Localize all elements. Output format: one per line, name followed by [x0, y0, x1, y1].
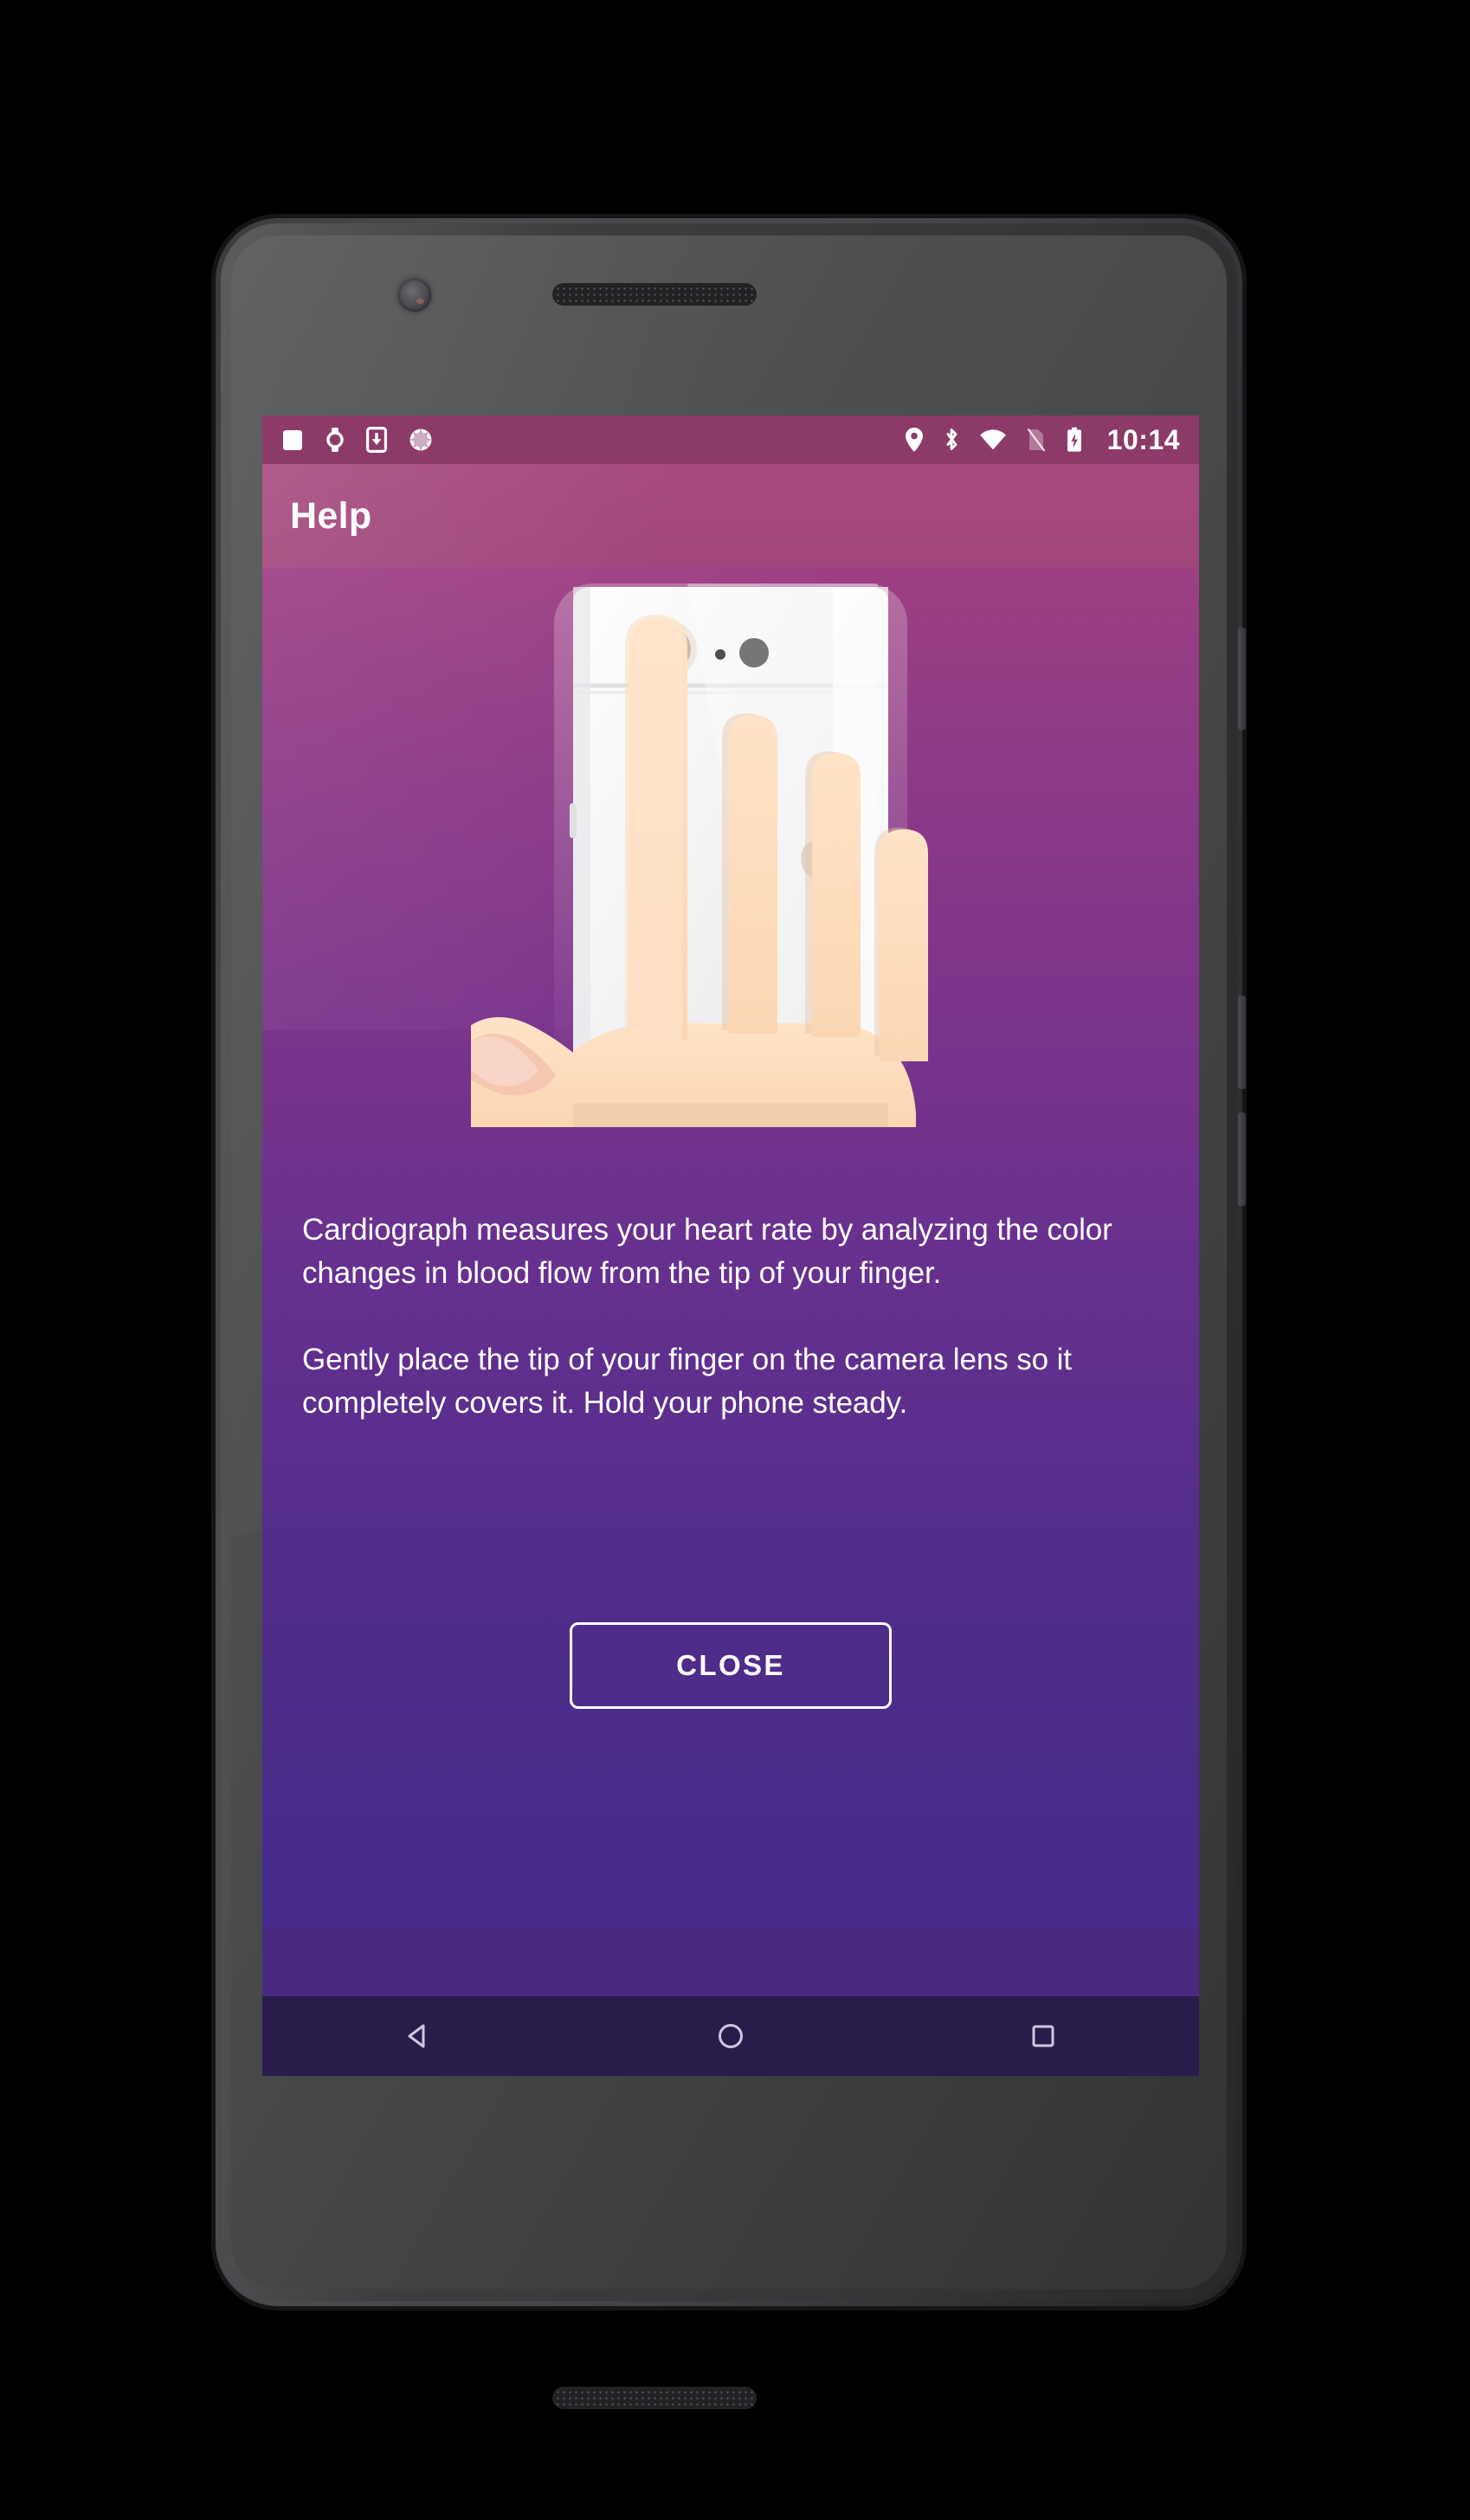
nav-home-button[interactable] — [653, 1996, 809, 2076]
nav-recents-button[interactable] — [965, 1996, 1121, 2076]
wifi-icon — [979, 428, 1007, 452]
flash-icon — [739, 638, 769, 667]
power-button[interactable] — [1238, 628, 1246, 730]
triangle-left-icon — [408, 2024, 425, 2048]
microphone-dot — [715, 649, 725, 660]
front-camera-icon — [398, 279, 431, 312]
phone-screen: 10:14 Help Cardiograph measures your hea… — [262, 416, 1199, 2076]
close-button[interactable]: CLOSE — [570, 1622, 892, 1709]
earpiece-speaker-icon — [552, 283, 757, 306]
android-navigation-bar — [262, 1996, 1199, 2076]
bottom-speaker-icon — [552, 2387, 757, 2409]
square-icon — [1032, 2025, 1054, 2047]
screenshot-icon — [281, 428, 304, 452]
speaker-grille-dots — [555, 2389, 754, 2407]
battery-charging-icon — [1066, 427, 1083, 453]
finger-on-camera-illustration — [454, 583, 990, 1127]
page-title: Help — [290, 494, 372, 537]
sync-spinner-icon — [408, 427, 434, 453]
circle-icon — [718, 2024, 743, 2048]
download-to-device-icon — [366, 427, 387, 453]
location-icon — [905, 427, 924, 453]
status-bar-clock: 10:14 — [1106, 423, 1180, 455]
speaker-grille-dots — [555, 286, 754, 303]
help-paragraph-1: Cardiograph measures your heart rate by … — [302, 1213, 1112, 1290]
help-content: Cardiograph measures your heart rate by … — [262, 568, 1199, 1927]
nav-back-button[interactable] — [340, 1996, 496, 2076]
no-sim-icon — [1026, 427, 1047, 453]
close-button-container: CLOSE — [262, 1622, 1199, 1709]
device-stage: 10:14 Help Cardiograph measures your hea… — [0, 0, 1470, 2520]
watch-icon — [325, 427, 345, 453]
volume-up-button[interactable] — [1238, 996, 1246, 1089]
help-paragraph-2: Gently place the tip of your finger on t… — [302, 1343, 1072, 1420]
status-bar: 10:14 — [262, 416, 1199, 464]
status-bar-right-icons: 10:14 — [905, 424, 1180, 456]
app-bar: Help — [262, 464, 1199, 568]
status-bar-left-icons — [281, 427, 434, 453]
help-body-text: Cardiograph measures your heart rate by … — [302, 1208, 1164, 1425]
bluetooth-icon — [943, 427, 960, 453]
volume-down-button[interactable] — [1238, 1112, 1246, 1206]
